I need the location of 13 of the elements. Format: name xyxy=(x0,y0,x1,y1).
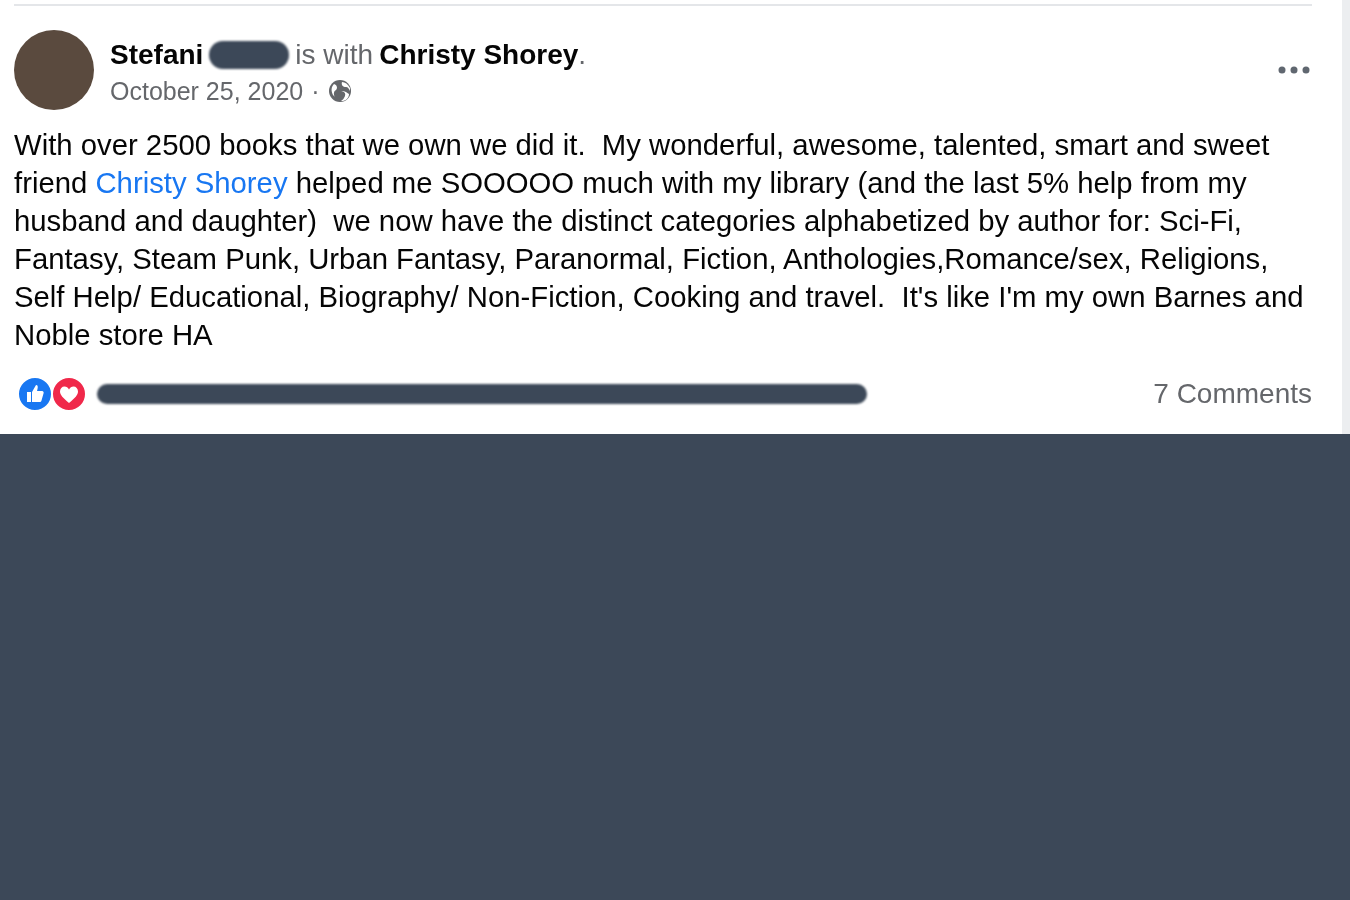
post-date[interactable]: October 25, 2020 xyxy=(110,76,304,106)
more-dots-icon xyxy=(1278,66,1310,74)
tagged-link[interactable]: Christy Shorey xyxy=(95,166,288,199)
globe-icon xyxy=(327,79,352,103)
comments-link[interactable]: 7 Comments xyxy=(1153,378,1312,410)
author-name[interactable]: Stefani xyxy=(110,38,204,71)
with-text: is with xyxy=(295,38,374,71)
scrollbar-track[interactable] xyxy=(1342,0,1350,434)
tagged-name[interactable]: Christy Shorey xyxy=(379,38,579,71)
post-text: With over 2500 books that we own we did it. My wonderful, awesome, talented, smart and sweet friend Christy Shorey helped me SOOOOO much with my library (and the last 5% help from my husband and daughter) we now have the distinct categories alphabetized by author for: Sci-Fi, Fantasy, Steam Punk, Urban Fantasy, Paranormal, Fiction, Anthologies,Romance/sex, Religions, Self Help/ Educational, Biography/ Non-Fiction, Cooking and travel. It's like I'm my own Barnes and Noble store HA xyxy=(14,127,1305,353)
period-text: . xyxy=(578,38,587,71)
thumbs-up-icon[interactable] xyxy=(17,376,53,412)
separator-dot: · xyxy=(311,76,320,106)
